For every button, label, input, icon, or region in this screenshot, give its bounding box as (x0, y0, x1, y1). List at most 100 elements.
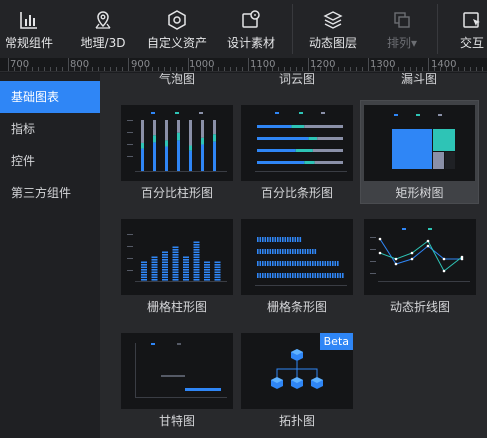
thumb-grid-cell (279, 261, 282, 266)
thumb-bar-segment (257, 125, 292, 128)
component-card-topology[interactable]: Beta 拓扑图 (241, 333, 353, 433)
thumb-grid-cell (262, 249, 264, 254)
component-card-percent-column[interactable]: 百分比柱形图 (121, 105, 233, 205)
thumb-grid-cell (287, 273, 289, 278)
thumb-grid-cell (302, 261, 304, 266)
thumb-column-segment (153, 120, 156, 136)
sidebar-item-indicators[interactable]: 指标 (0, 113, 100, 145)
thumb-grid-cell (319, 273, 322, 278)
thumb-bar-segment (304, 125, 343, 128)
ruler-tick (104, 67, 105, 71)
thumb-grid-cell (299, 237, 302, 242)
component-card-dynamic-line[interactable]: 动态折线图 (364, 219, 476, 319)
thumb-grid-cell (309, 273, 312, 278)
thumb-grid-cell (183, 266, 189, 269)
thumb-grid-cell (289, 261, 292, 266)
toolbar-design-materials[interactable]: 设计素材 (220, 0, 282, 58)
ruler-tick (434, 67, 435, 71)
ruler-tick (224, 67, 225, 71)
thumb-grid-cell (274, 237, 277, 242)
thumb-grid-cell (172, 259, 179, 261)
thumb-grid-cell (214, 266, 221, 269)
thumb-grid-cell (294, 273, 297, 278)
thumb-grid-cell (334, 273, 337, 278)
card-label-bubble[interactable]: 气泡图 (121, 73, 233, 87)
thumb-grid-cell (282, 249, 284, 254)
beta-badge: Beta (319, 333, 353, 350)
thumb-grid-cell (339, 273, 342, 278)
thumb-bar-segment (291, 125, 305, 128)
card-label-funnel[interactable]: 漏斗图 (363, 73, 475, 87)
thumb-grid-cell (299, 273, 302, 278)
thumb-grid-cell (162, 259, 168, 261)
component-card-grid-bar[interactable]: 栅格条形图 (241, 219, 353, 319)
card-label-wordcloud[interactable]: 词云图 (241, 73, 353, 87)
component-card-gantt[interactable]: 甘特图 (121, 333, 233, 433)
sidebar-item-basic-charts[interactable]: 基础图表 (0, 81, 100, 113)
component-card-grid-column[interactable]: 栅格柱形图 (121, 219, 233, 319)
toolbar-interaction[interactable]: 交互 (448, 0, 487, 58)
ruler-tick (182, 67, 183, 71)
interaction-icon (461, 9, 483, 31)
thumb-grid-cell (162, 266, 168, 269)
ruler-tick (200, 67, 201, 71)
thumb-grid-cell (304, 249, 307, 254)
toolbar-dynamic-layers[interactable]: 动态图层 (302, 0, 364, 58)
layers-icon (322, 9, 344, 31)
thumb-grid-cell (193, 271, 200, 274)
ruler-tick (356, 67, 357, 71)
thumb-column-segment (189, 150, 192, 171)
ruler-tick (56, 67, 57, 71)
thumb-column-segment (177, 120, 180, 133)
thumb-grid-cell (162, 274, 168, 276)
ruler-tick (170, 67, 171, 71)
ruler-tick (74, 67, 75, 71)
toolbar-common-components[interactable]: 常规组件 (0, 0, 58, 58)
toolbar-geo-3d[interactable]: 地理/3D (74, 0, 132, 58)
thumb-column-segment (153, 135, 156, 143)
thumb-grid-cell (282, 237, 284, 242)
thumb-grid-cell (287, 237, 289, 242)
ruler-label: 1000 (189, 59, 215, 70)
thumb-grid-cell (324, 261, 327, 266)
thumb-grid-cell (151, 261, 158, 264)
thumb-grid-cell (297, 249, 299, 254)
component-card-percent-bar[interactable]: 百分比条形图 (241, 105, 353, 205)
ruler-tick (242, 67, 243, 71)
ruler-tick (86, 67, 87, 71)
thumbnail-percent-column (121, 105, 233, 181)
thumb-grid-cell (277, 261, 279, 266)
thumb-grid-cell (307, 273, 309, 278)
thumbnail-grid-bar (241, 219, 353, 295)
ruler-tick (44, 67, 45, 71)
thumb-grid-cell (183, 256, 189, 259)
thumb-grid-cell (151, 269, 158, 271)
thumb-grid-cell (314, 249, 317, 254)
ruler-tick (32, 67, 33, 71)
toolbar-arrange[interactable]: 排列▾ (374, 0, 430, 58)
sidebar-item-third-party[interactable]: 第三方组件 (0, 177, 100, 209)
thumb-grid-cell (267, 273, 269, 278)
thumb-grid-cell (259, 237, 262, 242)
ruler-tick (440, 67, 441, 71)
thumb-column-segment (141, 142, 144, 149)
component-card-treemap[interactable]: 矩形树图 (360, 100, 479, 204)
ruler-tick (116, 67, 117, 71)
thumb-column-segment (177, 132, 180, 141)
sidebar-item-controls[interactable]: 控件 (0, 145, 100, 177)
thumb-grid-cell (151, 279, 158, 281)
thumbnail-percent-bar (241, 105, 353, 181)
thumb-grid-cell (279, 249, 282, 254)
thumb-grid-cell (304, 273, 307, 278)
thumb-grid-cell (289, 237, 292, 242)
thumb-grid-cell (329, 261, 332, 266)
top-toolbar: 常规组件 地理/3D 自定义资产 设计素材 动态图层 排列▾ 交互 (0, 0, 487, 58)
toolbar-custom-assets[interactable]: 自定义资产 (141, 0, 213, 58)
thumb-grid-cell (299, 249, 302, 254)
thumb-bar-segment (295, 149, 313, 152)
thumb-grid-cell (214, 279, 221, 281)
ruler-tick (428, 58, 429, 71)
thumb-grid-cell (262, 237, 264, 242)
ruler-tick (278, 67, 279, 71)
thumb-grid-cell (162, 256, 168, 259)
